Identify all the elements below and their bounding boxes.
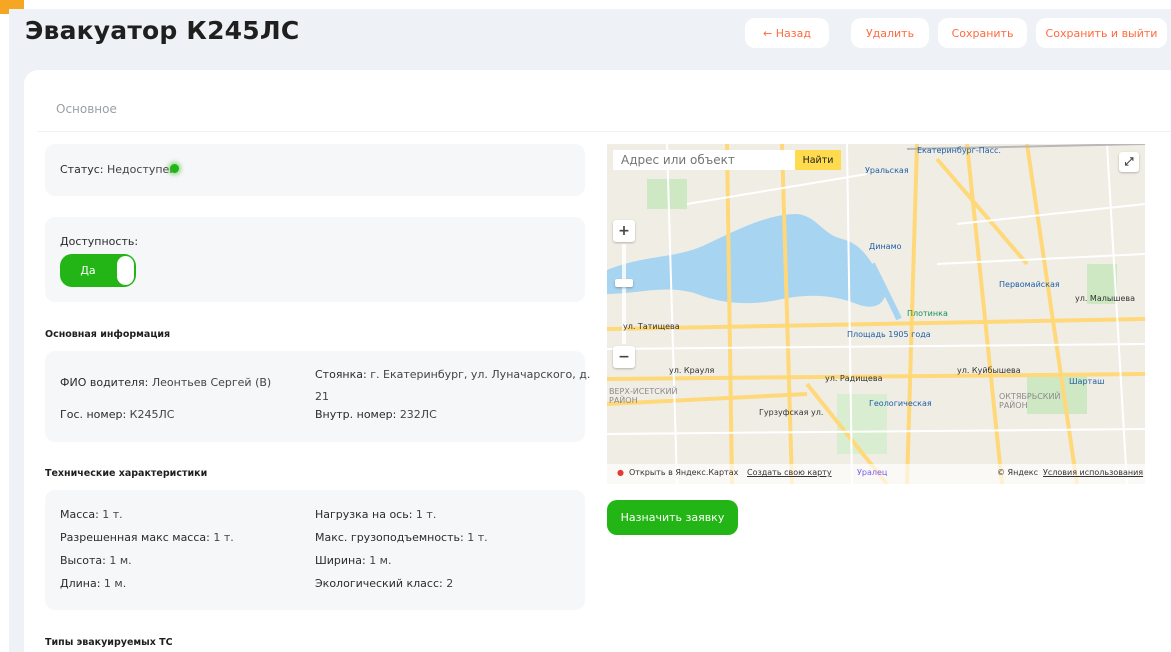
plate-label: Гос. номер: [60, 408, 127, 421]
capacity-label: Макс. грузоподъемность: [315, 531, 464, 544]
page-title: Эвакуатор К245ЛС [25, 16, 300, 45]
assign-request-button[interactable]: Назначить заявку [607, 500, 738, 535]
allowed-mass-row: Разрешенная макс масса: 1 т. [60, 531, 234, 544]
map-canvas[interactable] [607, 144, 1145, 484]
location-pin-icon: ● [617, 468, 624, 477]
map-label-malysheva: ул. Малышева [1075, 294, 1136, 303]
mass-row: Масса: 1 т. [60, 508, 123, 521]
save-button[interactable]: Сохранить [938, 18, 1027, 48]
driver-value: Леонтьев Сергей (В) [151, 376, 272, 389]
map-label-uralets: Уралец [857, 468, 888, 477]
map-label-krauly: ул. Крауля [669, 366, 715, 375]
length-row: Длина: 1 м. [60, 577, 126, 590]
parking-value-continued: 21 [315, 390, 329, 403]
map-label-oktyabrsky: ОКТЯБРЬСКИЙ РАЙОН [999, 392, 1061, 410]
internal-number-value: 232ЛС [399, 408, 437, 421]
map-label-gurzufskaya: Гурзуфская ул. [759, 408, 824, 417]
axle-row: Нагрузка на ось: 1 т. [315, 508, 436, 521]
internal-number-label: Внутр. номер: [315, 408, 397, 421]
plate-row: Гос. номер: К245ЛС [60, 408, 174, 421]
width-row: Ширина: 1 м. [315, 554, 391, 567]
parking-row: Стоянка: г. Екатеринбург, ул. Луначарско… [315, 368, 590, 381]
capacity-row: Макс. грузоподъемность: 1 т. [315, 531, 488, 544]
map-label-station: Екатеринбург-Пасс. [917, 146, 1001, 155]
height-value: 1 м. [109, 554, 132, 567]
parking-label: Стоянка: [315, 368, 367, 381]
tech-title: Технические характеристики [45, 468, 208, 479]
axle-value: 1 т. [415, 508, 437, 521]
map-label-geologicheskaya: Геологическая [869, 399, 932, 408]
parking-value: г. Екатеринбург, ул. Луначарского, д. [370, 368, 591, 381]
zoom-slider-handle[interactable] [615, 279, 633, 287]
map-find-button[interactable]: Найти [795, 150, 841, 170]
mass-label: Масса: [60, 508, 99, 521]
availability-label: Доступность: [60, 235, 139, 248]
width-value: 1 м. [369, 554, 392, 567]
driver-row: ФИО водителя: Леонтьев Сергей (В) [60, 376, 271, 389]
height-label: Высота: [60, 554, 106, 567]
status-value: Недоступен [107, 163, 177, 176]
tech-panel: Масса: 1 т. Разрешенная макс масса: 1 т.… [45, 490, 585, 610]
create-map-link[interactable]: Создать свою карту [747, 468, 832, 477]
main-card: Основное Статус: Недоступен Доступность:… [24, 70, 1171, 652]
length-value: 1 м. [103, 577, 127, 590]
map-label-pervomayskaya: Первомайская [999, 280, 1060, 289]
driver-label: ФИО водителя: [60, 376, 149, 389]
map-search-input[interactable] [613, 150, 795, 170]
map-label-kuybysheva: ул. Куйбышева [957, 366, 1021, 375]
axle-label: Нагрузка на ось: [315, 508, 413, 521]
zoom-in-button[interactable]: + [613, 220, 635, 242]
width-label: Ширина: [315, 554, 366, 567]
fullscreen-icon[interactable]: ⤢ [1119, 152, 1139, 172]
basic-info-title: Основная информация [45, 329, 171, 340]
map-label-tatishcheva: ул. Татищева [623, 322, 680, 331]
basic-info-panel: ФИО водителя: Леонтьев Сергей (В) Гос. н… [45, 351, 590, 442]
open-in-yandex-link[interactable]: Открыть в Яндекс.Картах [629, 468, 738, 477]
map-label-ploshchad: Площадь 1905 года [847, 330, 931, 339]
status-indicator [170, 164, 179, 173]
map-label-dinamo: Динамо [869, 242, 902, 251]
terms-link[interactable]: Условия использования [1043, 468, 1143, 477]
allowed-mass-value: 1 т. [213, 531, 234, 544]
toggle-knob [117, 256, 134, 285]
save-and-exit-button[interactable]: Сохранить и выйти [1036, 18, 1167, 48]
mass-value: 1 т. [102, 508, 123, 521]
height-row: Высота: 1 м. [60, 554, 132, 567]
status-row: Статус: Недоступен [60, 163, 177, 176]
status-label: Статус: [60, 163, 104, 176]
internal-number-row: Внутр. номер: 232ЛС [315, 408, 437, 421]
length-label: Длина: [60, 577, 101, 590]
zoom-out-button[interactable]: − [613, 346, 635, 368]
map-label-shartash: Шарташ [1069, 377, 1105, 386]
back-button[interactable]: ← Назад [745, 18, 829, 48]
availability-toggle-label: Да [80, 264, 96, 277]
tab-divider [38, 131, 1171, 132]
map-label-radishcheva: ул. Радищева [825, 374, 883, 383]
status-panel: Статус: Недоступен [45, 144, 585, 196]
copyright-text: © Яндекс [997, 468, 1039, 477]
availability-panel: Доступность: Да [45, 217, 585, 302]
eco-value: 2 [446, 577, 454, 590]
map-label-uralskaya: Уральская [865, 166, 909, 175]
map-footer: ● Открыть в Яндекс.Картах Создать свою к… [607, 464, 1145, 484]
allowed-mass-label: Разрешенная макс масса: [60, 531, 210, 544]
map-label-plotinka: Плотинка [907, 309, 948, 318]
delete-button[interactable]: Удалить [851, 18, 929, 48]
capacity-value: 1 т. [467, 531, 488, 544]
eco-label: Экологический класс: [315, 577, 443, 590]
map-label-verh-isetsky: ВЕРХ-ИСЕТСКИЙ РАЙОН [609, 387, 678, 405]
plate-value: К245ЛС [129, 408, 175, 421]
vehicle-types-title: Типы эвакуируемых ТС [45, 637, 173, 648]
availability-toggle[interactable]: Да [60, 254, 136, 287]
map-widget[interactable]: Найти ⤢ + − Екатеринбург-Пасс. Уральская… [607, 144, 1145, 484]
tab-main[interactable]: Основное [56, 102, 117, 116]
eco-row: Экологический класс: 2 [315, 577, 453, 590]
